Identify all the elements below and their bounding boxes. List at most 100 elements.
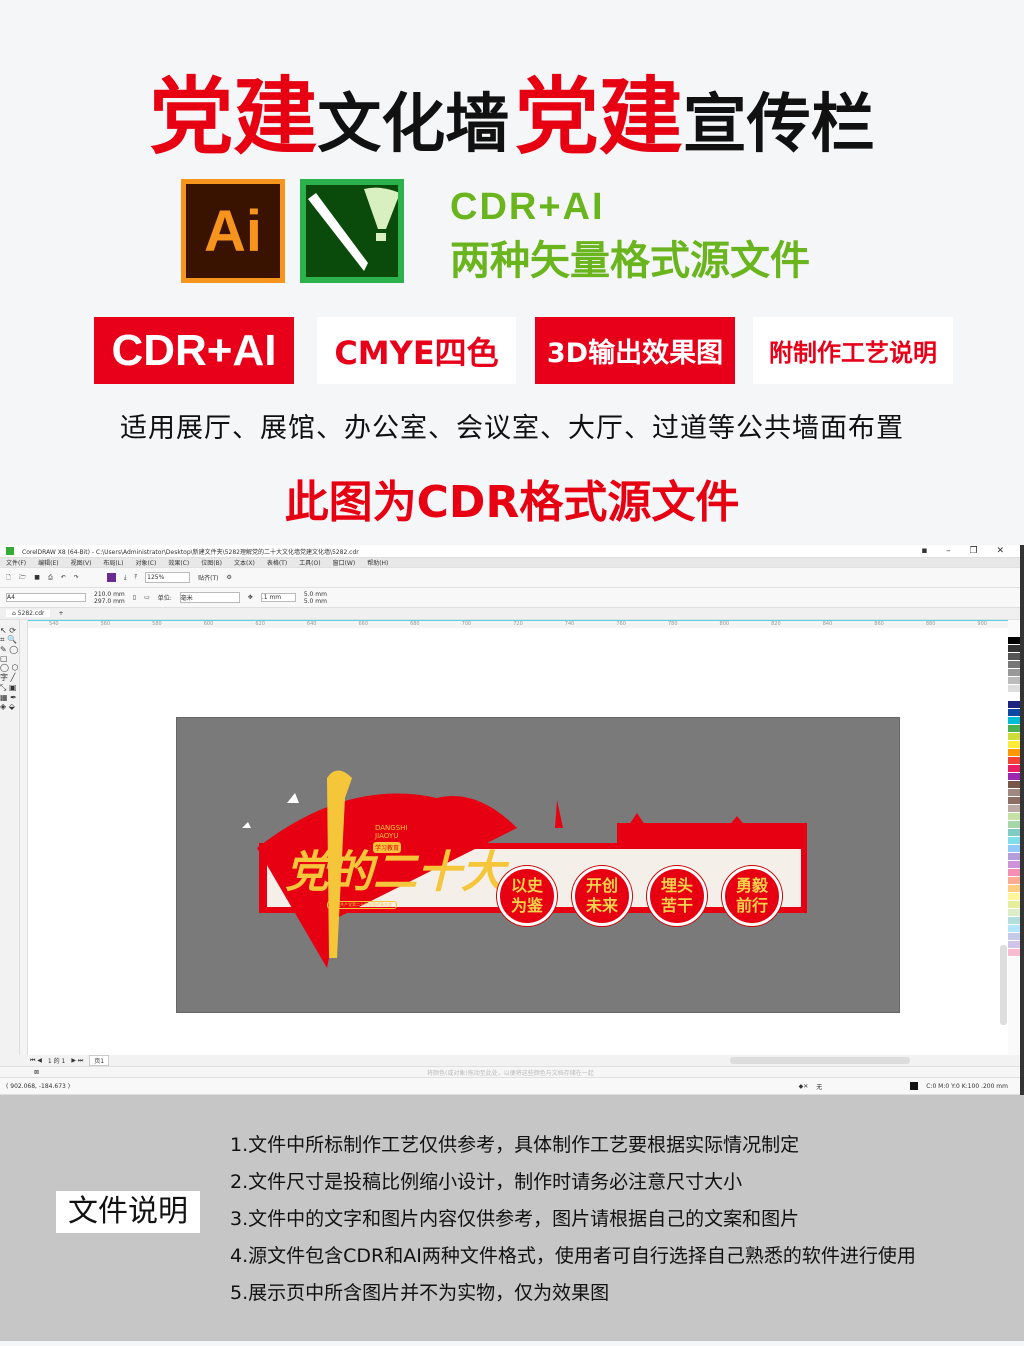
menu-item[interactable]: 效果(C) <box>168 558 189 567</box>
title-part: 文化墙 <box>317 88 510 162</box>
palette-swatch <box>1008 845 1020 853</box>
window-title: CorelDRAW X8 (64-Bit) - C:\Users\Adminis… <box>22 548 359 556</box>
window-controls[interactable]: ▪ – ❐ ✕ <box>921 546 1012 556</box>
palette-swatch <box>1008 741 1020 749</box>
page-size-select[interactable]: A4 <box>6 593 86 602</box>
palette-swatch <box>1008 693 1020 701</box>
palette-swatch <box>1008 685 1020 693</box>
palette-swatch <box>1008 861 1020 869</box>
import-icon[interactable]: ⤓ <box>124 574 127 582</box>
ruler-tick: 740 <box>564 621 575 627</box>
nudge-icon: ✥ <box>247 594 253 601</box>
ruler-tick: 700 <box>461 621 472 627</box>
ruler-tick: 880 <box>925 621 936 627</box>
file-note-item: 5.展示页中所含图片并不为实物，仅为效果图 <box>230 1282 610 1304</box>
tool-icons[interactable]: ↖ ⟳ ⌗ 🔍 ✎ ◯ ▢ ◯ ⬡ 字 ╱ ⤡ ▣ ▦ ✒ ◈ ⬙ <box>0 620 19 711</box>
duplicate-y-field[interactable]: 5.0 mm <box>304 598 327 605</box>
artwork-page[interactable]: 党的二十大 DANGSHI JIAOYU 学习教育 中国共产党第二十次全国代表大会… <box>176 717 900 1013</box>
menu-item[interactable]: 视图(V) <box>71 558 92 567</box>
vertical-scrollbar[interactable] <box>1000 945 1007 1025</box>
artwork-pinyin: DANGSHI JIAOYU <box>375 824 408 840</box>
menu-item[interactable]: 表格(T) <box>267 558 287 567</box>
title-part: 党建 <box>149 68 318 166</box>
file-note-item: 1.文件中所标制作工艺仅供参考，具体制作工艺要根据实际情况制定 <box>230 1134 800 1156</box>
new-icon[interactable]: 🗋 <box>6 573 11 583</box>
format-line1: CDR+AI <box>450 186 605 228</box>
palette-hint: 将颜色(或对象)拖动至此处，以便将这些颜色与文档存储在一起 <box>427 1069 594 1077</box>
ruler-tick: 800 <box>719 621 730 627</box>
export-icon[interactable]: ⤒ <box>134 574 137 582</box>
menu-item[interactable]: 编辑(E) <box>38 558 58 567</box>
slogan-text: 埋头 苦干 <box>661 876 693 916</box>
outline-swatch <box>910 1082 919 1090</box>
standard-toolbar: 🗋 🗁 ■ ⎙ ↶ ↷ ⤓ ⤒ 125% 贴齐(T) ⚙ <box>0 568 1020 588</box>
ruler-tick: 620 <box>255 621 265 627</box>
format-line2: 两种矢量格式源文件 <box>450 238 810 284</box>
usage-text: 适用展厅、展馆、办公室、会议室、大厅、过道等公共墙面布置 <box>120 413 904 444</box>
horizontal-scrollbar[interactable] <box>730 1057 910 1064</box>
menu-item[interactable]: 文本(X) <box>234 558 255 567</box>
snap-dropdown[interactable]: 贴齐(T) <box>198 573 218 582</box>
color-palette[interactable] <box>1008 637 1020 1037</box>
menu-item[interactable]: 布局(L) <box>103 558 123 567</box>
title-bar: CorelDRAW X8 (64-Bit) - C:\Users\Adminis… <box>0 545 1020 558</box>
undo-icon[interactable]: ↶ <box>61 574 66 581</box>
file-note-item: 3.文件中的文字和图片内容仅供参考，图片请根据自己的文案和图片 <box>230 1208 800 1230</box>
illustrator-logo: Ai <box>181 179 285 283</box>
menu-item[interactable]: 帮助(H) <box>367 558 388 567</box>
palette-swatch <box>1008 933 1020 941</box>
menu-bar: 文件(F) 编辑(E) 视图(V) 布局(L) 对象(C) 效果(C) 位图(B) 文本(X)… <box>0 558 1020 568</box>
landscape-icon[interactable]: ▭ <box>144 594 150 601</box>
open-icon[interactable]: 🗁 <box>19 573 26 583</box>
coreldraw-logo <box>300 179 404 283</box>
palette-swatch <box>1008 821 1020 829</box>
redo-icon[interactable]: ↷ <box>74 574 79 581</box>
vertical-ruler <box>20 620 28 1055</box>
save-icon[interactable]: ■ <box>34 574 40 581</box>
unit-select[interactable]: 毫米 <box>179 592 240 603</box>
palette-swatch <box>1008 725 1020 733</box>
ruler-tick: 640 <box>306 621 317 627</box>
zoom-select[interactable]: 125% <box>145 572 191 583</box>
page-tab[interactable]: 页1 <box>89 1055 110 1066</box>
height-field[interactable]: 297.0 mm <box>94 598 125 605</box>
menu-item[interactable]: 位图(B) <box>201 558 222 567</box>
add-tab-icon[interactable]: + <box>58 610 63 617</box>
settings-icon[interactable]: ⚙ <box>227 574 232 581</box>
corel-connect-icon[interactable] <box>106 573 116 582</box>
page-next-last[interactable]: ▶ ⏭ <box>71 1057 83 1065</box>
file-note-item: 2.文件尺寸是投稿比例缩小设计，制作时请务必注意尺寸大小 <box>230 1171 743 1193</box>
no-color-swatch[interactable]: ⊠ <box>34 1069 39 1076</box>
ruler-tick: 580 <box>152 621 162 627</box>
slogan-text: 以史 为鉴 <box>511 876 543 916</box>
portrait-icon[interactable]: ▯ <box>133 594 136 601</box>
palette-swatch <box>1008 893 1020 901</box>
duplicate-x-field[interactable]: 5.0 mm <box>304 591 327 598</box>
palette-swatch <box>1008 701 1020 709</box>
menu-item[interactable]: 窗口(W) <box>333 558 356 567</box>
slogan-circle: 埋头 苦干 <box>647 866 707 926</box>
slogan-line: 开创 <box>585 876 618 895</box>
horizontal-ruler: 540 560 580 600 620 640 660 680 700 720 740 760 780 8… <box>28 620 1008 628</box>
print-icon[interactable]: ⎙ <box>48 574 53 582</box>
artwork-badge: 学习教育 <box>373 842 402 853</box>
palette-swatch <box>1008 925 1020 933</box>
palette-swatch <box>1008 949 1020 957</box>
palette-swatch <box>1008 877 1020 885</box>
palette-swatch <box>1008 773 1020 781</box>
pinyin-line: JIAOYU <box>375 832 399 840</box>
tag-cdr-ai: CDR+AI <box>94 317 294 384</box>
doc-tab[interactable]: ⌂ 5282.cdr <box>6 610 51 617</box>
palette-swatch <box>1008 941 1020 949</box>
ruler-tick: 780 <box>667 621 678 627</box>
file-notes-label: 文件说明 <box>56 1191 200 1233</box>
width-field[interactable]: 210.0 mm <box>94 591 125 598</box>
nudge-field[interactable]: .1 mm <box>260 593 296 602</box>
palette-swatch <box>1008 805 1020 813</box>
menu-item[interactable]: 工具(O) <box>299 558 320 567</box>
menu-item[interactable]: 对象(C) <box>135 558 156 567</box>
file-notes-list: 1.文件中所标制作工艺仅供参考，具体制作工艺要根据实际情况制定 2.文件尺寸是投稿… <box>230 1127 916 1312</box>
menu-item[interactable]: 文件(F) <box>6 558 26 567</box>
slogan-circle: 开创 未来 <box>572 866 632 926</box>
page-first-prev[interactable]: ⏮ ◀ <box>30 1057 42 1065</box>
